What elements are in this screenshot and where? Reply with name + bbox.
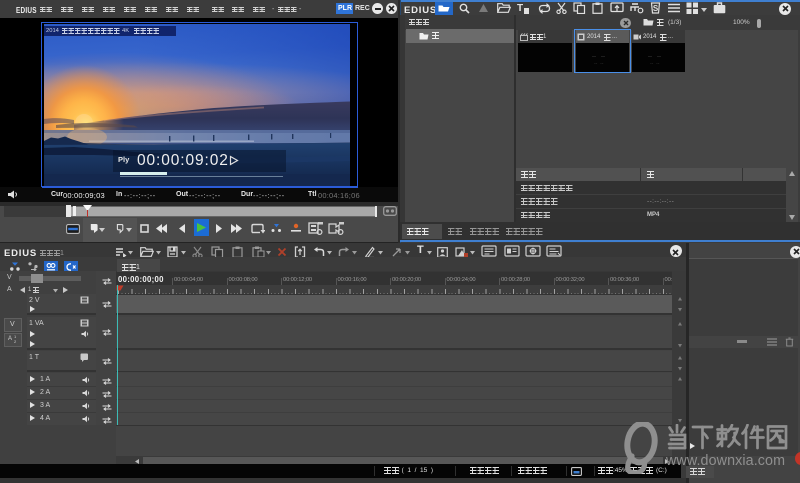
- svg-text:S: S: [653, 4, 659, 13]
